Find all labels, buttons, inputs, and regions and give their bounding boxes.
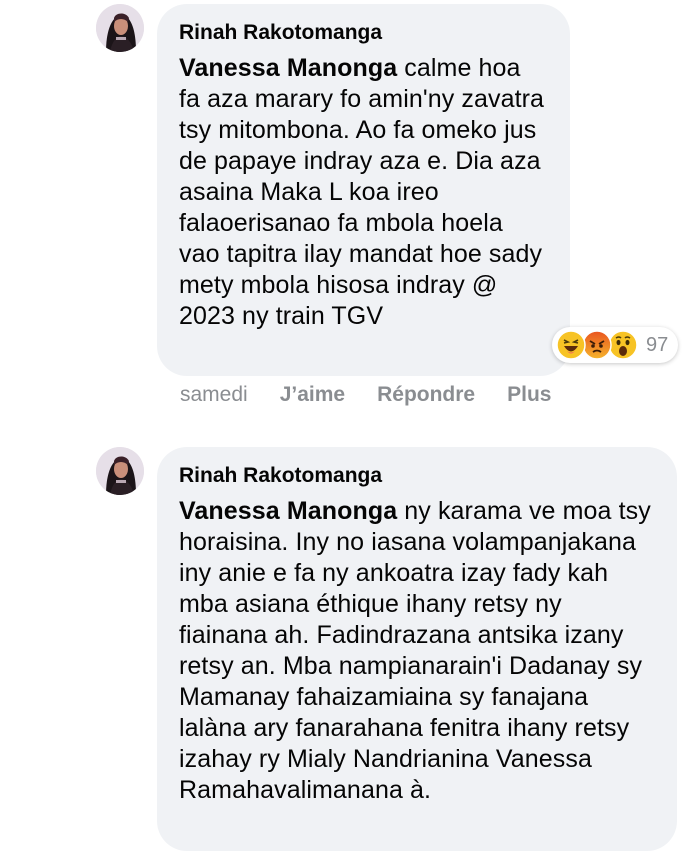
laughing-reaction-icon bbox=[556, 330, 586, 360]
comment-body: calme hoa fa aza marary fo amin'ny zavat… bbox=[179, 54, 545, 330]
like-button[interactable]: J’aime bbox=[280, 383, 345, 407]
comment-body: ny karama ve moa tsy horaisina. Iny no i… bbox=[179, 497, 651, 804]
reactions-summary[interactable]: 97 bbox=[552, 327, 679, 363]
mention-link[interactable]: Vanessa Manonga bbox=[179, 54, 397, 82]
profile-photo-icon bbox=[96, 447, 144, 495]
comment-bubble: Rinah Rakotomanga Vanessa Manonga calme … bbox=[157, 4, 570, 376]
more-button[interactable]: Plus bbox=[507, 383, 551, 407]
wow-reaction-icon bbox=[608, 330, 638, 360]
comment-text: Vanessa Manonga calme hoa fa aza marary … bbox=[179, 53, 548, 332]
reply-button[interactable]: Répondre bbox=[377, 383, 475, 407]
comment-actions: samedi J’aime Répondre Plus bbox=[180, 383, 583, 407]
comment-text: Vanessa Manonga ny karama ve moa tsy hor… bbox=[179, 496, 655, 806]
comment-timestamp[interactable]: samedi bbox=[180, 383, 248, 407]
angry-reaction-icon bbox=[582, 330, 612, 360]
comment-author[interactable]: Rinah Rakotomanga bbox=[179, 463, 655, 488]
mention-link[interactable]: Vanessa Manonga bbox=[179, 497, 397, 525]
reaction-count: 97 bbox=[646, 333, 669, 356]
profile-photo-icon bbox=[96, 4, 144, 52]
comment-bubble: Rinah Rakotomanga Vanessa Manonga ny kar… bbox=[157, 447, 677, 851]
avatar[interactable] bbox=[96, 4, 144, 52]
avatar[interactable] bbox=[96, 447, 144, 495]
comment-author[interactable]: Rinah Rakotomanga bbox=[179, 20, 548, 45]
